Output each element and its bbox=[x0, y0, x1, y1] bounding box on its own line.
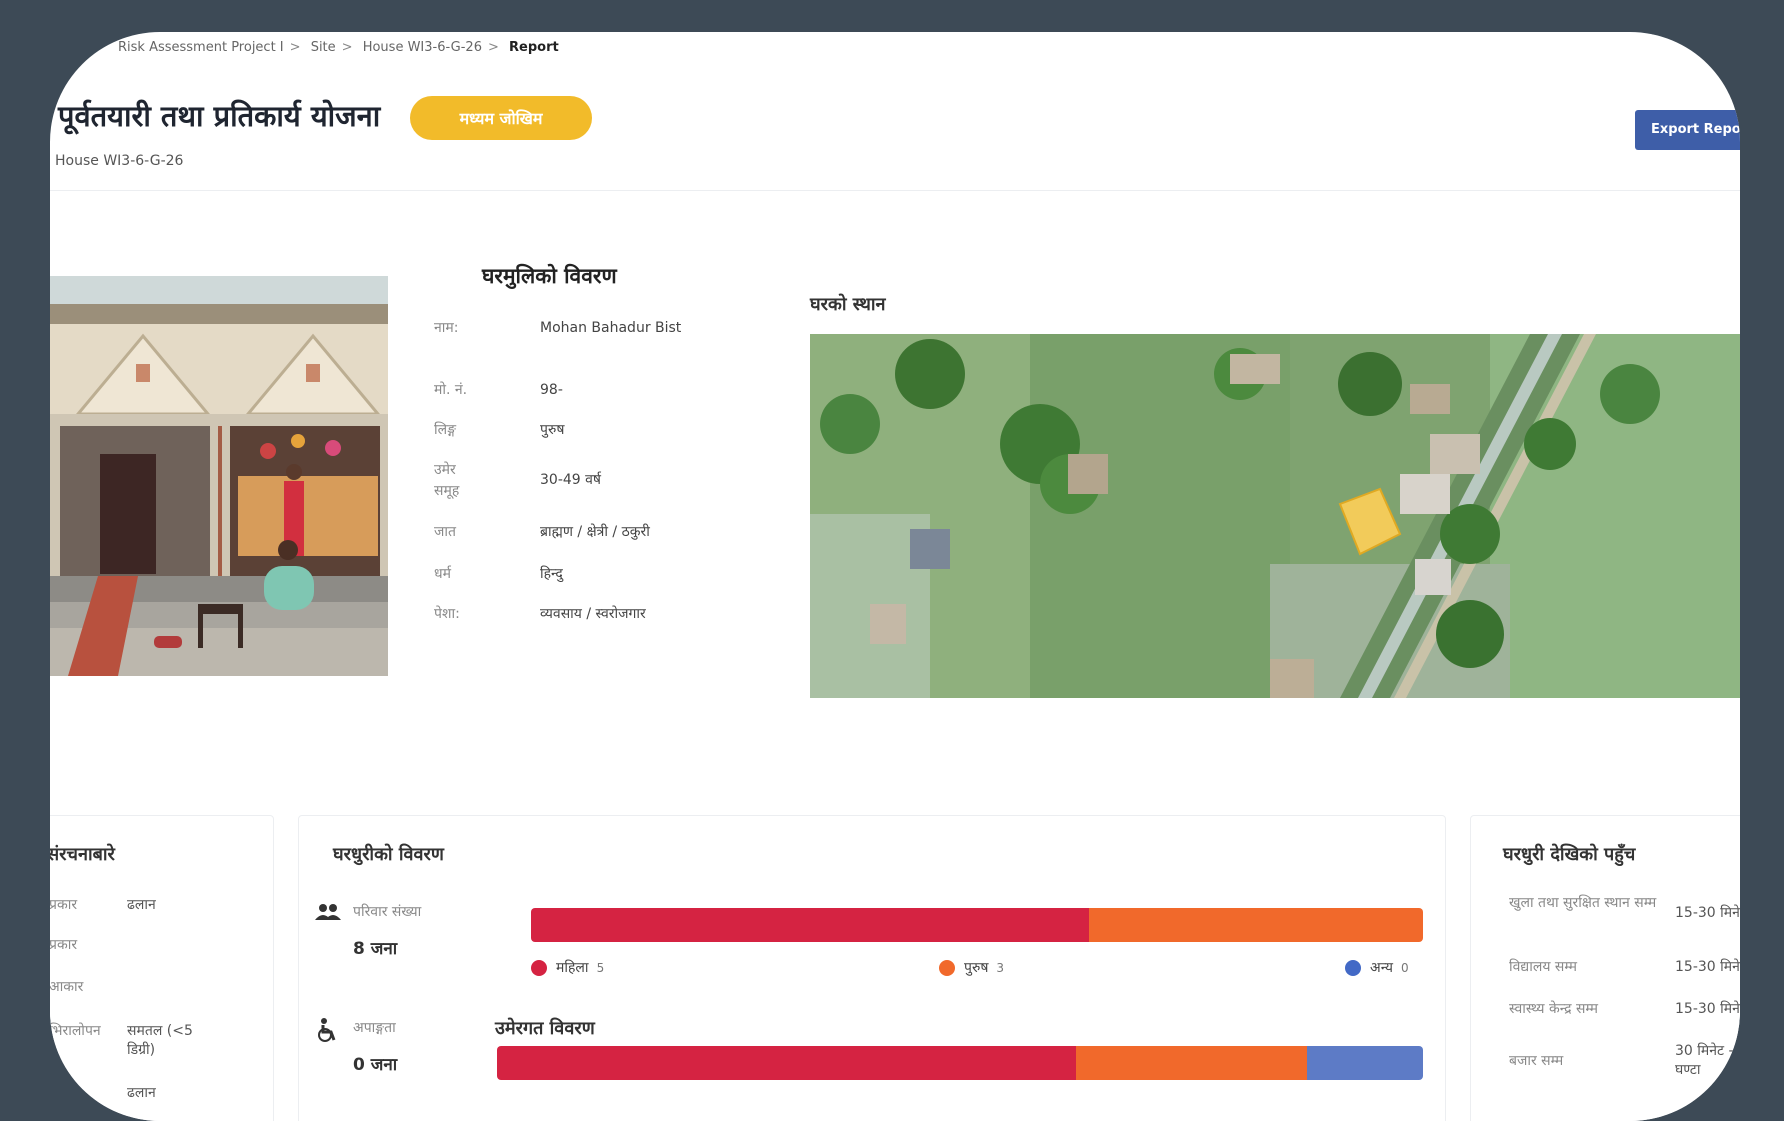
structure-value: ढलान bbox=[127, 1085, 156, 1101]
owner-value: Mohan Bahadur Bist bbox=[540, 320, 682, 336]
structure-value: समतल (<5 डिग्री) bbox=[127, 1023, 193, 1058]
gender-bar bbox=[531, 908, 1423, 942]
access-label: स्वास्थ्य केन्द्र सम्म bbox=[1509, 1001, 1598, 1017]
owner-label: लिङ्ग bbox=[434, 422, 456, 438]
legend-label: पुरुष bbox=[964, 960, 989, 976]
risk-badge: मध्यम जोखिम bbox=[410, 96, 592, 140]
header-divider bbox=[50, 190, 1740, 191]
family-size-value: 8 जना bbox=[353, 939, 398, 959]
legend-dot bbox=[939, 959, 955, 976]
access-value: 15-30 मिनेट bbox=[1675, 905, 1740, 921]
page-subtitle: House WI3-6-G-26 bbox=[55, 153, 184, 169]
age-bar bbox=[497, 1046, 1423, 1080]
structure-label: आकार bbox=[50, 979, 84, 995]
owner-label: धर्म bbox=[434, 566, 451, 582]
structure-label: प्रकार bbox=[50, 937, 78, 953]
legend-count: 3 bbox=[996, 960, 1005, 975]
legend-label: महिला bbox=[556, 960, 589, 976]
owner-row-age: उमेर समूह 30-49 वर्ष bbox=[434, 460, 724, 504]
report-window: Risk Assessment Project I > Site > House W… bbox=[50, 32, 1740, 1121]
owner-value: 98- bbox=[540, 382, 563, 398]
legend-count: 0 bbox=[1400, 960, 1409, 975]
structure-card-title: संरचनाबारे bbox=[50, 844, 115, 865]
owner-row-religion: धर्म हिन्दु bbox=[434, 564, 724, 588]
map-title: घरको स्थान bbox=[810, 294, 886, 315]
owner-value: ब्राह्मण / क्षेत्री / ठकुरी bbox=[540, 524, 650, 540]
access-card: घरधुरी देखिको पहुँच खुला तथा सुरक्षित स्… bbox=[1470, 815, 1740, 1121]
legend-count: 5 bbox=[596, 960, 605, 975]
structure-value: ढलान bbox=[127, 897, 156, 913]
owner-value: पुरुष bbox=[540, 422, 565, 438]
structure-card: संरचनाबारे प्रकार ढलान प्रकार आकार भिराल… bbox=[50, 815, 274, 1121]
structure-label: भिरालोपन bbox=[50, 1023, 101, 1039]
owner-row-occupation: पेशा: व्यवसाय / स्वरोजगार bbox=[434, 604, 724, 628]
family-icon bbox=[315, 902, 341, 927]
family-size-label: परिवार संख्या bbox=[353, 904, 422, 920]
owner-value: 30-49 वर्ष bbox=[540, 472, 602, 488]
wheelchair-icon bbox=[317, 1018, 339, 1047]
aerial-map[interactable] bbox=[810, 334, 1740, 698]
access-value: 15-30 मिनेट bbox=[1675, 959, 1740, 975]
export-report-button[interactable]: Export Report bbox=[1635, 110, 1740, 150]
breadcrumb-current: Report bbox=[509, 40, 559, 55]
disability-value: 0 जना bbox=[353, 1055, 398, 1075]
legend-dot bbox=[531, 959, 547, 976]
disability-label: अपाङ्गता bbox=[353, 1020, 396, 1036]
owner-label: पेशा: bbox=[434, 606, 460, 622]
owner-value: व्यवसाय / स्वरोजगार bbox=[540, 606, 646, 622]
household-card-title: घरधुरीको विवरण bbox=[333, 844, 444, 865]
structure-label: प्रकार bbox=[50, 897, 78, 913]
access-card-title: घरधुरी देखिको पहुँच bbox=[1503, 844, 1636, 865]
access-value: 15-30 मिनेट bbox=[1675, 1001, 1740, 1017]
age-bar-segment-0 bbox=[497, 1046, 1076, 1080]
owner-row-phone: मो. नं. 98- bbox=[434, 380, 724, 404]
owner-row-caste: जात ब्राह्मण / क्षेत्री / ठकुरी bbox=[434, 522, 724, 546]
access-label: बजार सम्म bbox=[1509, 1053, 1564, 1069]
owner-row-gender: लिङ्ग पुरुष bbox=[434, 420, 724, 444]
access-value: 30 मिनेट - 1 घण्टा bbox=[1675, 1043, 1740, 1078]
owner-row-name: नाम: Mohan Bahadur Bist bbox=[434, 318, 724, 362]
house-photo bbox=[50, 276, 388, 676]
breadcrumb-project[interactable]: Risk Assessment Project I bbox=[118, 40, 284, 55]
breadcrumb-site[interactable]: Site bbox=[311, 40, 336, 55]
legend-item: पुरुष 3 bbox=[939, 958, 1004, 977]
household-card: घरधुरीको विवरण परिवार संख्या 8 जना महिला… bbox=[298, 815, 1446, 1121]
legend-label: अन्य bbox=[1370, 960, 1393, 976]
access-label: खुला तथा सुरक्षित स्थान सम्म bbox=[1509, 895, 1657, 911]
gender-bar-segment-1 bbox=[1088, 908, 1423, 942]
legend-item: अन्य 0 bbox=[1345, 958, 1409, 977]
breadcrumb-house[interactable]: House WI3-6-G-26 bbox=[363, 40, 482, 55]
age-section-title: उमेरगत विवरण bbox=[495, 1018, 595, 1039]
owner-label: मो. नं. bbox=[434, 382, 468, 398]
legend-item: महिला 5 bbox=[531, 958, 604, 977]
age-bar-segment-1 bbox=[1075, 1046, 1308, 1080]
owner-label: उमेर समूह bbox=[434, 462, 460, 499]
gender-bar-segment-0 bbox=[531, 908, 1089, 942]
age-bar-segment-2 bbox=[1307, 1046, 1423, 1080]
access-label: विद्यालय सम्म bbox=[1509, 959, 1577, 975]
legend-dot bbox=[1345, 959, 1361, 976]
page-title: पूर्वतयारी तथा प्रतिकार्य योजना bbox=[58, 99, 381, 133]
owner-section-title: घरमुलिको विवरण bbox=[482, 264, 617, 288]
owner-label: जात bbox=[434, 524, 456, 540]
breadcrumb: Risk Assessment Project I > Site > House W… bbox=[118, 40, 559, 55]
owner-value: हिन्दु bbox=[540, 566, 563, 582]
owner-label: नाम: bbox=[434, 320, 459, 336]
